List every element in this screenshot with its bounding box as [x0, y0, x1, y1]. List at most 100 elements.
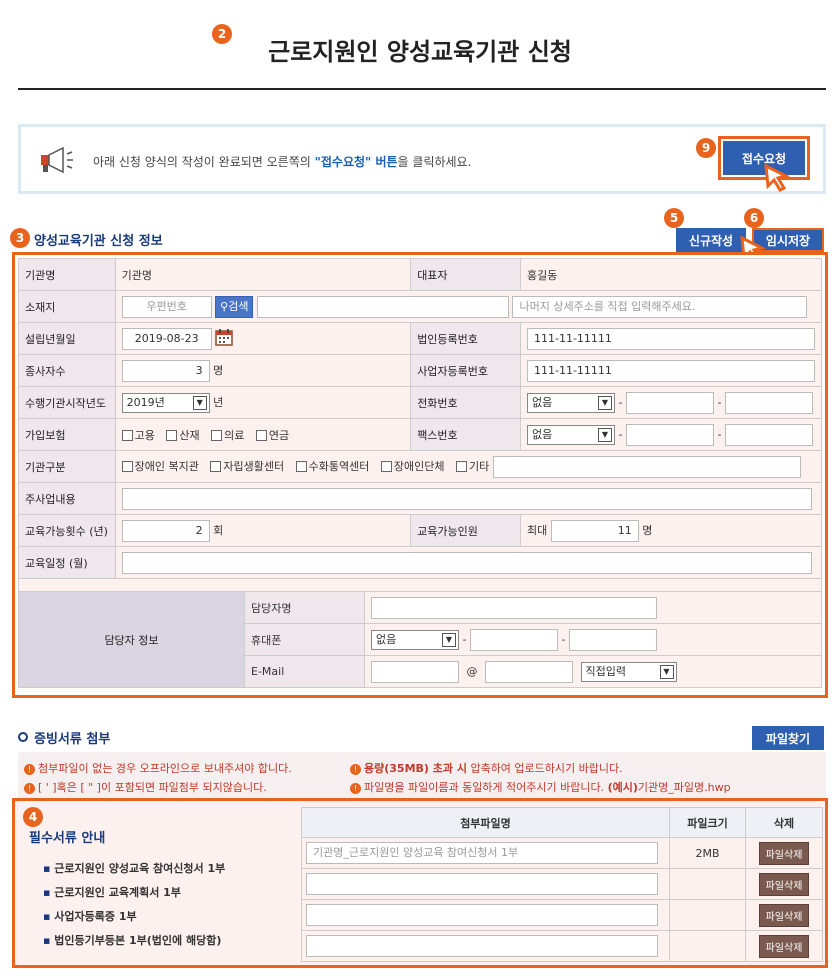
address-label: 소재지 — [18, 290, 116, 323]
corp-no-label: 법인등록번호 — [410, 322, 521, 355]
org-type-label: 기관구분 — [18, 450, 116, 483]
corp-no-input[interactable]: 111-11-11111 — [527, 327, 815, 350]
insurance-option[interactable]: 고용 — [121, 429, 155, 442]
contact-info-label: 담당자 정보 — [18, 591, 245, 688]
calendar-icon[interactable] — [215, 328, 233, 349]
staff-count-input[interactable]: 3 — [121, 359, 210, 382]
start-year-label: 수행기관시작년도 — [18, 386, 116, 419]
col-file-header: 첨부파일명 — [301, 807, 670, 838]
phone-last-input[interactable] — [724, 391, 813, 414]
edu-people-input[interactable]: 11 — [550, 519, 639, 542]
delete-file-button[interactable]: 파일삭제 — [758, 934, 810, 958]
fax-label: 팩스번호 — [410, 418, 521, 451]
org-name-value: 기관명 — [114, 258, 412, 291]
megaphone-icon — [37, 145, 77, 175]
biz-no-input[interactable]: 111-11-11111 — [527, 359, 815, 382]
docs-guide-title: 필수서류 안내 — [29, 831, 106, 846]
attachment-filename — [306, 873, 658, 895]
warning-icon: ! — [350, 763, 361, 775]
attachment-filename — [306, 904, 658, 926]
email-label: E-Mail — [244, 655, 365, 688]
org-type-option[interactable]: 수화통역센터 — [295, 460, 369, 473]
warning-icon: ! — [24, 782, 35, 794]
find-file-button[interactable]: 파일찾기 — [752, 726, 824, 750]
est-date-input[interactable]: 2019-08-23 — [121, 327, 212, 350]
delete-file-button[interactable]: 파일삭제 — [758, 903, 810, 927]
step-badge-6: 6 — [744, 208, 764, 228]
notice-box: 아래 신청 양식의 작성이 완료되면 오른쪽의 "접수요청" 버튼을 클릭하세요… — [18, 124, 826, 194]
section-title-attachments: 증빙서류 첨부 — [34, 732, 111, 747]
email-domain-select[interactable]: 직접입력 ▼ — [580, 661, 677, 682]
start-year-select[interactable]: 2019년 ▼ — [121, 392, 210, 413]
docs-list-item: ▪ 근로지원인 양성교육 참여신청서 1부 — [43, 862, 226, 875]
edu-people-prefix: 최대 — [527, 523, 548, 537]
attachment-row: 파일삭제 — [301, 930, 823, 962]
address-search-button[interactable]: ⚲검색 — [215, 295, 254, 318]
main-biz-input[interactable] — [121, 487, 812, 510]
zipcode-input[interactable]: 우편번호 — [121, 295, 212, 318]
chevron-down-icon: ▼ — [659, 664, 674, 679]
address-detail-input[interactable]: 나머지 상세주소를 직접 입력해주세요. — [512, 295, 808, 318]
staff-unit: 명 — [213, 363, 224, 377]
address-input[interactable] — [256, 295, 509, 318]
notice-text: 아래 신청 양식의 작성이 완료되면 오른쪽의 "접수요청" 버튼을 클릭하세요… — [93, 155, 472, 169]
note-right-1: ! 용량(35MB) 초과 시 압축하여 업로드하시기 바랍니다. — [350, 760, 623, 776]
chevron-down-icon: ▼ — [192, 395, 207, 410]
email-at: @ — [466, 664, 478, 678]
attachment-size: 2MB — [669, 837, 746, 869]
fax-mid-input[interactable] — [625, 423, 714, 446]
section-bullet-icon — [18, 732, 28, 742]
fax-area-select[interactable]: 없음 ▼ — [527, 424, 615, 445]
phone-area-select[interactable]: 없음 ▼ — [527, 392, 615, 413]
mobile-prefix-select[interactable]: 없음 ▼ — [371, 629, 459, 650]
main-biz-label: 주사업내용 — [18, 482, 116, 515]
attachment-notes: ! 첨부파일이 없는 경우 오프라인으로 보내주셔야 합니다. ![ ' ]혹은 … — [18, 752, 826, 798]
docs-list-item: ▪ 법인등기부등본 1부(법인에 해당함) — [43, 934, 222, 947]
col-delete-header: 삭제 — [745, 807, 823, 838]
insurance-option[interactable]: 의료 — [211, 429, 244, 442]
docs-list-item: ▪ 사업자등록증 1부 — [43, 910, 137, 923]
est-date-label: 설립년월일 — [18, 322, 116, 355]
phone-label: 전화번호 — [410, 386, 521, 419]
edu-schedule-input[interactable] — [121, 551, 812, 574]
phone-mid-input[interactable] — [625, 391, 714, 414]
edu-count-unit: 회 — [213, 523, 224, 537]
staff-count-label: 종사자수 — [18, 354, 116, 387]
warning-icon: ! — [24, 763, 35, 775]
rep-label: 대표자 — [410, 258, 521, 291]
attachment-row: 파일삭제 — [301, 868, 823, 900]
cursor-arrow-icon — [764, 164, 790, 192]
delete-file-button[interactable]: 파일삭제 — [758, 841, 810, 865]
new-write-button[interactable]: 신규작성 — [676, 228, 746, 252]
org-type-option[interactable]: 장애인 복지관 — [121, 460, 199, 473]
form-spacer — [18, 579, 822, 591]
fax-last-input[interactable] — [724, 423, 813, 446]
edu-count-input[interactable]: 2 — [121, 519, 210, 542]
org-type-option[interactable]: 기타 — [455, 460, 489, 473]
attachment-row: 파일삭제 — [301, 899, 823, 931]
mobile-last-input[interactable] — [568, 628, 657, 651]
note-left-2: ![ ' ]혹은 [ " ]이 포함되면 파일첨부 되지않습니다. — [24, 779, 267, 795]
edu-people-unit: 명 — [642, 523, 653, 537]
title-divider — [18, 88, 826, 90]
edu-schedule-label: 교육일정 (월) — [18, 546, 116, 579]
insurance-option[interactable]: 산재 — [166, 429, 200, 442]
contact-name-input[interactable] — [371, 596, 657, 619]
required-docs-panel: 4 필수서류 안내 ▪ 근로지원인 양성교육 참여신청서 1부 ▪ 근로지원인 … — [12, 798, 828, 968]
rep-value: 홍길동 — [520, 258, 822, 291]
insurance-option[interactable]: 연금 — [255, 429, 289, 442]
org-type-option[interactable]: 장애인단체 — [380, 460, 444, 473]
step-badge-4: 4 — [23, 807, 43, 827]
email-domain-input[interactable] — [485, 660, 573, 683]
mobile-label: 휴대폰 — [244, 623, 365, 656]
email-id-input[interactable] — [371, 660, 459, 683]
mobile-mid-input[interactable] — [469, 628, 558, 651]
step-badge-5: 5 — [664, 208, 684, 228]
org-type-option[interactable]: 자립생활센터 — [210, 460, 284, 473]
note-left-1: ! 첨부파일이 없는 경우 오프라인으로 보내주셔야 합니다. — [24, 760, 292, 776]
page-title: 근로지원인 양성교육기관 신청 — [268, 38, 572, 66]
delete-file-button[interactable]: 파일삭제 — [758, 872, 810, 896]
org-type-other-input[interactable] — [492, 455, 801, 478]
warning-icon: ! — [350, 782, 361, 794]
contact-table: 담당자 정보 담당자명 휴대폰 없음 ▼ - - E-Mail @ 직접입력 ▼ — [18, 591, 822, 688]
